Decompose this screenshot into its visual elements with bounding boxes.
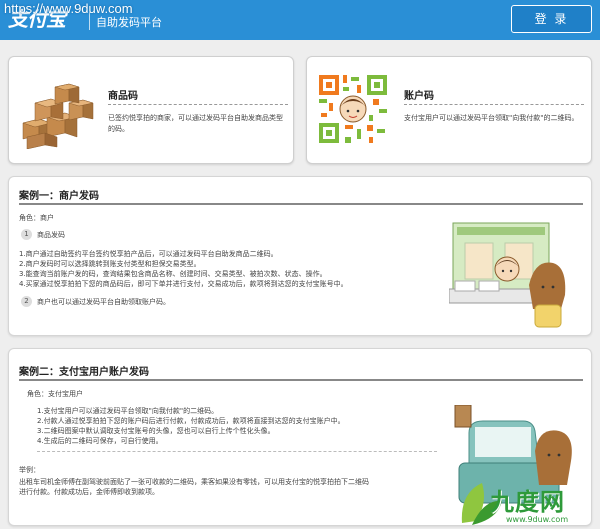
case2-divider [37, 451, 437, 452]
watermark-url: https://www.9duw.com [4, 1, 133, 16]
title-divider [404, 104, 584, 105]
title-divider [108, 104, 288, 105]
product-desc-goods: 已签约悦享拍的商家，可以通过发码平台自助发商品类型的码。 [108, 114, 283, 133]
product-card-account[interactable]: 账户码 支付宝用户可以通过发码平台领取"向我付款"的二维码。 [306, 56, 592, 164]
footer-brand: 九度网 [490, 489, 565, 516]
case2-rule [19, 379, 583, 381]
top-bar: 支付宝 自助发码平台 https://www.9duw.com 登 录 [0, 0, 600, 40]
case2-line-1: 1.支付宝用户可以通过发码平台领取"向我付款"的二维码。 [37, 407, 219, 415]
case2-line-2: 2.付款人通过悦享拍拍下您的账户码后进行付款，付款成功后，款项将直接到达您的支付… [37, 417, 345, 425]
boxes-icon [22, 83, 94, 149]
case1-item1-label: 商品发码 [37, 231, 65, 239]
case1-role: 角色：商户 [19, 214, 54, 222]
site-subtitle: 自助发码平台 [96, 16, 162, 29]
step-number-badge: 1 [21, 229, 32, 240]
product-title-account: 账户码 [404, 91, 434, 102]
shop-illustration [449, 222, 566, 328]
login-button[interactable]: 登 录 [511, 5, 592, 33]
example-line-1: 出租车司机金师傅在副驾驶前面贴了一张可收款的二维码，乘客如果没有零钱，可以用支付… [19, 478, 369, 486]
product-desc-account: 支付宝用户可以通过发码平台领取"向我付款"的二维码。 [404, 114, 579, 122]
case2-title: 案例二：支付宝用户账户发码 [19, 367, 149, 378]
case1-line-4: 4.买家通过悦享拍拍下您的商品码后，即可下单并进行支付，交易成功后，款项将到达您… [19, 280, 348, 288]
case2-line-4: 4.生成后的二维码可保存，可自行使用。 [37, 437, 163, 445]
case1-item2-label: 商户也可以通过发码平台自助领取账户码。 [37, 298, 170, 306]
qr-code-icon [317, 73, 389, 145]
case1-line-1: 1.商户通过自助签约平台签约悦享拍产品后，可以通过发码平台自助发商品二维码。 [19, 250, 278, 258]
case1-line-3: 3.能查询当前账户发的码，查询结果包含商品名称、创建时间、交易类型、被拍次数、状… [19, 270, 327, 278]
step-number-badge: 2 [21, 296, 32, 307]
case2-role: 角色：支付宝用户 [27, 390, 83, 398]
case1-rule [19, 203, 583, 205]
example-line-2: 进行付款。付款成功后，金师傅即收到款项。 [19, 488, 159, 496]
case1-panel: 案例一：商户发码 角色：商户 1 商品发码 1.商户通过自助签约平台签约悦享拍产… [8, 176, 592, 336]
case1-title: 案例一：商户发码 [19, 191, 99, 202]
case1-line-2: 2.商户发码时可以选择跳转到账支付类型和担保交易类型。 [19, 260, 201, 268]
case2-line-3: 3.二维码图案中默认调取支付宝账号的头像，您也可以自行上传个性化头像。 [37, 427, 275, 435]
example-label: 举例： [19, 466, 40, 474]
footer-url: www.9duw.com [506, 515, 569, 524]
product-card-goods[interactable]: 商品码 已签约悦享拍的商家，可以通过发码平台自助发商品类型的码。 [8, 56, 294, 164]
product-title-goods: 商品码 [108, 91, 138, 102]
